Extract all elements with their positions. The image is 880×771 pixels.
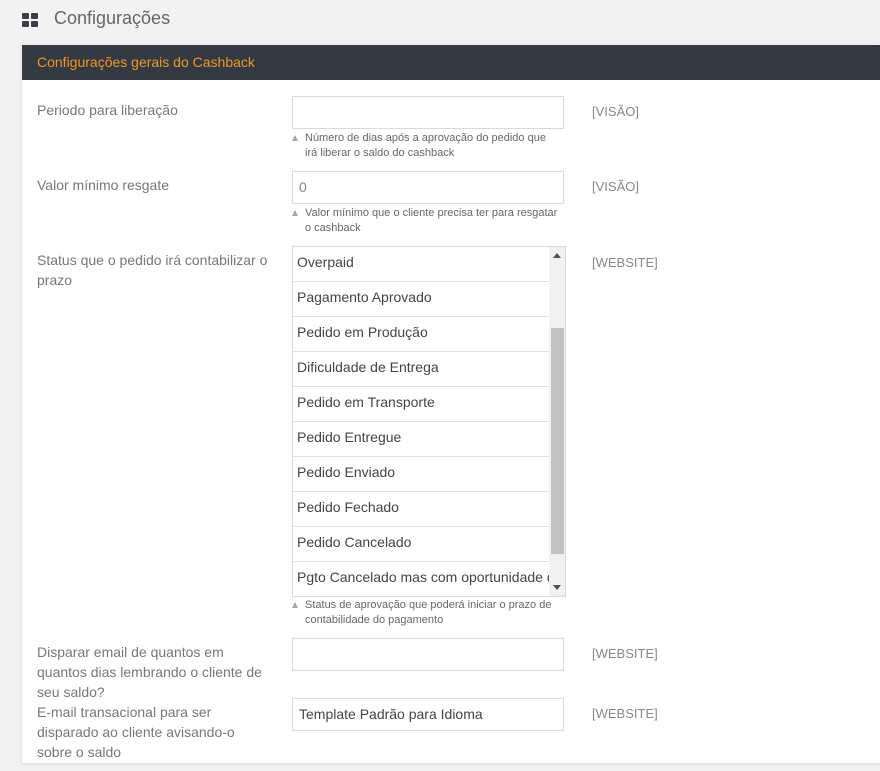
status-option[interactable]: Pedido Entregue xyxy=(293,422,549,457)
status-option[interactable]: Pedido Cancelado xyxy=(293,527,549,562)
status-option[interactable]: Pedido em Transporte xyxy=(293,387,549,422)
email-template-scope: [WEBSITE] xyxy=(592,706,658,721)
email-template-select[interactable]: Template Padrão para Idioma xyxy=(292,698,564,731)
order-status-scope: [WEBSITE] xyxy=(592,255,658,270)
status-option[interactable]: Overpaid xyxy=(293,247,549,282)
status-option[interactable]: Pedido Enviado xyxy=(293,457,549,492)
hint-triangle-icon xyxy=(292,210,298,216)
min-redeem-hint: Valor mínimo que o cliente precisa ter p… xyxy=(292,206,560,236)
scroll-down-arrow-icon[interactable] xyxy=(553,585,561,590)
min-redeem-input[interactable]: 0 xyxy=(292,171,564,204)
status-option[interactable]: Pagamento Aprovado xyxy=(293,282,549,317)
status-scrollbar[interactable] xyxy=(549,247,565,596)
status-option[interactable]: Pedido em Produção xyxy=(293,317,549,352)
order-status-hint: Status de aprovação que poderá iniciar o… xyxy=(292,598,560,628)
release-period-label: Periodo para liberação xyxy=(37,102,178,118)
reminder-days-scope: [WEBSITE] xyxy=(592,646,658,661)
status-option[interactable]: Dificuldade de Entrega xyxy=(293,352,549,387)
panel-heading[interactable]: Configurações gerais do Cashback xyxy=(22,45,880,80)
release-period-scope: [VISÃO] xyxy=(592,104,639,119)
order-status-multiselect[interactable]: Overpaid Pagamento Aprovado Pedido em Pr… xyxy=(292,246,566,597)
reminder-days-label: Disparar email de quantos em quantos dia… xyxy=(37,644,262,700)
scrollbar-thumb[interactable] xyxy=(551,328,564,554)
order-status-label: Status que o pedido irá contabilizar o p… xyxy=(37,252,268,288)
status-option[interactable]: Pedido Fechado xyxy=(293,492,549,527)
page-header: Configurações xyxy=(0,0,880,40)
reminder-days-input[interactable] xyxy=(292,638,564,671)
hint-triangle-icon xyxy=(292,602,298,608)
release-period-input[interactable] xyxy=(292,96,564,129)
page-title: Configurações xyxy=(54,8,171,28)
scroll-up-arrow-icon[interactable] xyxy=(553,253,561,258)
release-period-hint: Número de dias após a aprovação do pedid… xyxy=(292,131,560,161)
email-template-label: E-mail transacional para ser disparado a… xyxy=(37,704,235,760)
min-redeem-label: Valor mínimo resgate xyxy=(37,177,170,193)
cashback-settings-panel: Configurações gerais do Cashback Periodo… xyxy=(22,45,880,763)
status-option[interactable]: Pgto Cancelado mas com oportunidade de xyxy=(293,562,549,596)
grid-icon xyxy=(22,13,38,27)
hint-triangle-icon xyxy=(292,135,298,141)
min-redeem-scope: [VISÃO] xyxy=(592,179,639,194)
